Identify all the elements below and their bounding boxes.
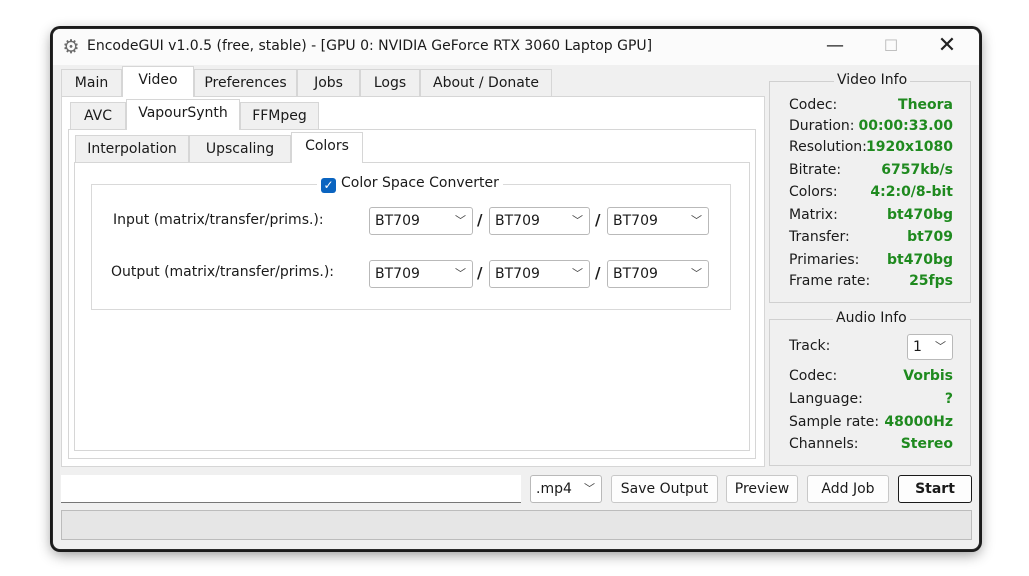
framerate-label: Frame rate: [789,273,871,289]
preview-button[interactable]: Preview [726,475,798,503]
tab-vapoursynth[interactable]: VapourSynth [126,99,240,130]
separator: / [477,211,483,229]
audio-info-title: Audio Info [833,310,910,326]
add-job-button[interactable]: Add Job [807,475,889,503]
chevron-down-icon: ﹀ [691,267,702,280]
track-label: Track: [789,338,831,354]
tab-jobs[interactable]: Jobs [297,69,360,97]
tab-ffmpeg[interactable]: FFMpeg [240,102,319,130]
tab-upscaling[interactable]: Upscaling [189,135,291,163]
gear-icon: ⚙ [62,36,80,58]
bitrate-value: 6757kb/s [881,162,953,178]
container-select[interactable]: .mp4 ﹀ [530,475,602,503]
color-space-converter-legend: ✓ Color Space Converter [317,175,503,193]
tab-logs[interactable]: Logs [360,69,420,97]
tab-avc[interactable]: AVC [70,102,126,130]
start-button[interactable]: Start [898,475,972,503]
close-button[interactable]: ✕ [919,29,975,65]
tab-video[interactable]: Video [122,66,194,97]
duration-label: Duration: [789,118,855,134]
video-info-title: Video Info [834,72,911,88]
tab-interpolation[interactable]: Interpolation [75,135,189,163]
progress-bar [61,510,972,540]
input-matrix-value: BT709 [375,213,420,229]
output-transfer-select[interactable]: BT709 ﹀ [489,260,590,288]
channels-label: Channels: [789,436,859,452]
audio-codec-value: Vorbis [903,368,953,384]
resolution-value: 1920x1080 [866,139,953,155]
language-value: ? [944,391,953,407]
video-tab-panel: AVC VapourSynth FFMpeg Interpolation Ups… [61,96,765,467]
output-label: Output (matrix/transfer/prims.): [111,264,334,280]
color-space-converter-label: Color Space Converter [341,175,499,191]
matrix-value: bt470bg [887,207,953,223]
resolution-label: Resolution: [789,139,867,155]
title-bar: ⚙ EncodeGUI v1.0.5 (free, stable) - [GPU… [53,29,979,65]
input-primaries-value: BT709 [613,213,658,229]
output-primaries-value: BT709 [613,266,658,282]
separator: / [477,264,483,282]
matrix-label: Matrix: [789,207,838,223]
video-codec-label: Codec: [789,97,838,113]
duration-value: 00:00:33.00 [858,118,953,134]
primaries-label: Primaries: [789,252,860,268]
framerate-value: 25fps [909,273,953,289]
colors-panel: ✓ Color Space Converter Input (matrix/tra… [74,162,750,451]
transfer-label: Transfer: [789,229,850,245]
vapoursynth-panel: Interpolation Upscaling Colors ✓ Color Sp… [68,129,756,459]
input-primaries-select[interactable]: BT709 ﹀ [607,207,709,235]
input-transfer-value: BT709 [495,213,540,229]
input-matrix-select[interactable]: BT709 ﹀ [369,207,473,235]
video-codec-value: Theora [898,97,953,113]
input-transfer-select[interactable]: BT709 ﹀ [489,207,590,235]
color-space-converter-checkbox[interactable]: ✓ [321,178,336,193]
track-value: 1 [913,339,922,355]
save-output-button[interactable]: Save Output [611,475,718,503]
minimize-button[interactable]: — [807,29,863,65]
separator: / [595,211,601,229]
samplerate-label: Sample rate: [789,414,880,430]
output-matrix-select[interactable]: BT709 ﹀ [369,260,473,288]
chevron-down-icon: ﹀ [584,482,595,495]
window-title: EncodeGUI v1.0.5 (free, stable) - [GPU 0… [87,38,653,54]
audio-codec-label: Codec: [789,368,838,384]
chevron-down-icon: ﹀ [572,267,583,280]
maximize-button[interactable]: ☐ [863,29,919,65]
chevron-down-icon: ﹀ [455,214,466,227]
separator: / [595,264,601,282]
tab-main[interactable]: Main [61,69,122,97]
transfer-value: bt709 [907,229,953,245]
tab-preferences[interactable]: Preferences [194,69,297,97]
app-window: ⚙ EncodeGUI v1.0.5 (free, stable) - [GPU… [52,28,980,550]
bitrate-label: Bitrate: [789,162,842,178]
chevron-down-icon: ﹀ [935,340,946,353]
output-matrix-value: BT709 [375,266,420,282]
language-label: Language: [789,391,863,407]
colors-label: Colors: [789,184,838,200]
color-space-converter-group [91,184,731,310]
chevron-down-icon: ﹀ [572,214,583,227]
primaries-value: bt470bg [887,252,953,268]
track-select[interactable]: 1 ﹀ [907,334,953,360]
tab-about-donate[interactable]: About / Donate [420,69,552,97]
colors-value: 4:2:0/8-bit [870,184,953,200]
input-label: Input (matrix/transfer/prims.): [113,212,324,228]
chevron-down-icon: ﹀ [455,267,466,280]
samplerate-value: 48000Hz [884,414,953,430]
container-value: .mp4 [536,481,572,497]
channels-value: Stereo [900,436,953,452]
chevron-down-icon: ﹀ [691,214,702,227]
output-path-input[interactable] [61,475,521,503]
output-primaries-select[interactable]: BT709 ﹀ [607,260,709,288]
output-transfer-value: BT709 [495,266,540,282]
tab-colors[interactable]: Colors [291,132,363,163]
